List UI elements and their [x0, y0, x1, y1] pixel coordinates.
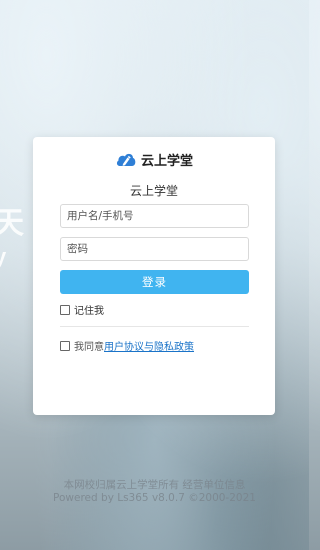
password-input[interactable]	[60, 237, 249, 261]
remember-me-label: 记住我	[74, 306, 104, 317]
agreement-row[interactable]: 我同意 用户协议与隐私政策	[60, 338, 194, 353]
login-card: 云上学堂 云上学堂 登录 记住我 我同意 用户协议与隐私政策	[33, 137, 275, 415]
background-text-top: 天	[0, 207, 24, 240]
logo: 云上学堂	[33, 149, 275, 169]
page-title: 云上学堂	[129, 184, 178, 198]
agreement-checkbox[interactable]	[60, 340, 70, 351]
username-input[interactable]	[60, 204, 249, 228]
agreement-link[interactable]: 用户协议与隐私政策	[104, 338, 194, 353]
remember-me-row[interactable]: 记住我	[60, 302, 104, 317]
background-text-bottom: y	[0, 244, 7, 269]
footer-powered-by: Powered by Ls365 v8.0.7 ©2000-2021	[53, 492, 256, 504]
divider	[60, 326, 249, 327]
login-button[interactable]: 登录	[60, 270, 249, 294]
cloud-pen-icon	[116, 153, 136, 166]
remember-me-checkbox[interactable]	[60, 304, 70, 315]
footer-ownership: 本网校归属云上学堂所有 经营单位信息	[63, 479, 246, 491]
agreement-prefix: 我同意	[74, 342, 104, 353]
logo-text: 云上学堂	[140, 153, 193, 169]
